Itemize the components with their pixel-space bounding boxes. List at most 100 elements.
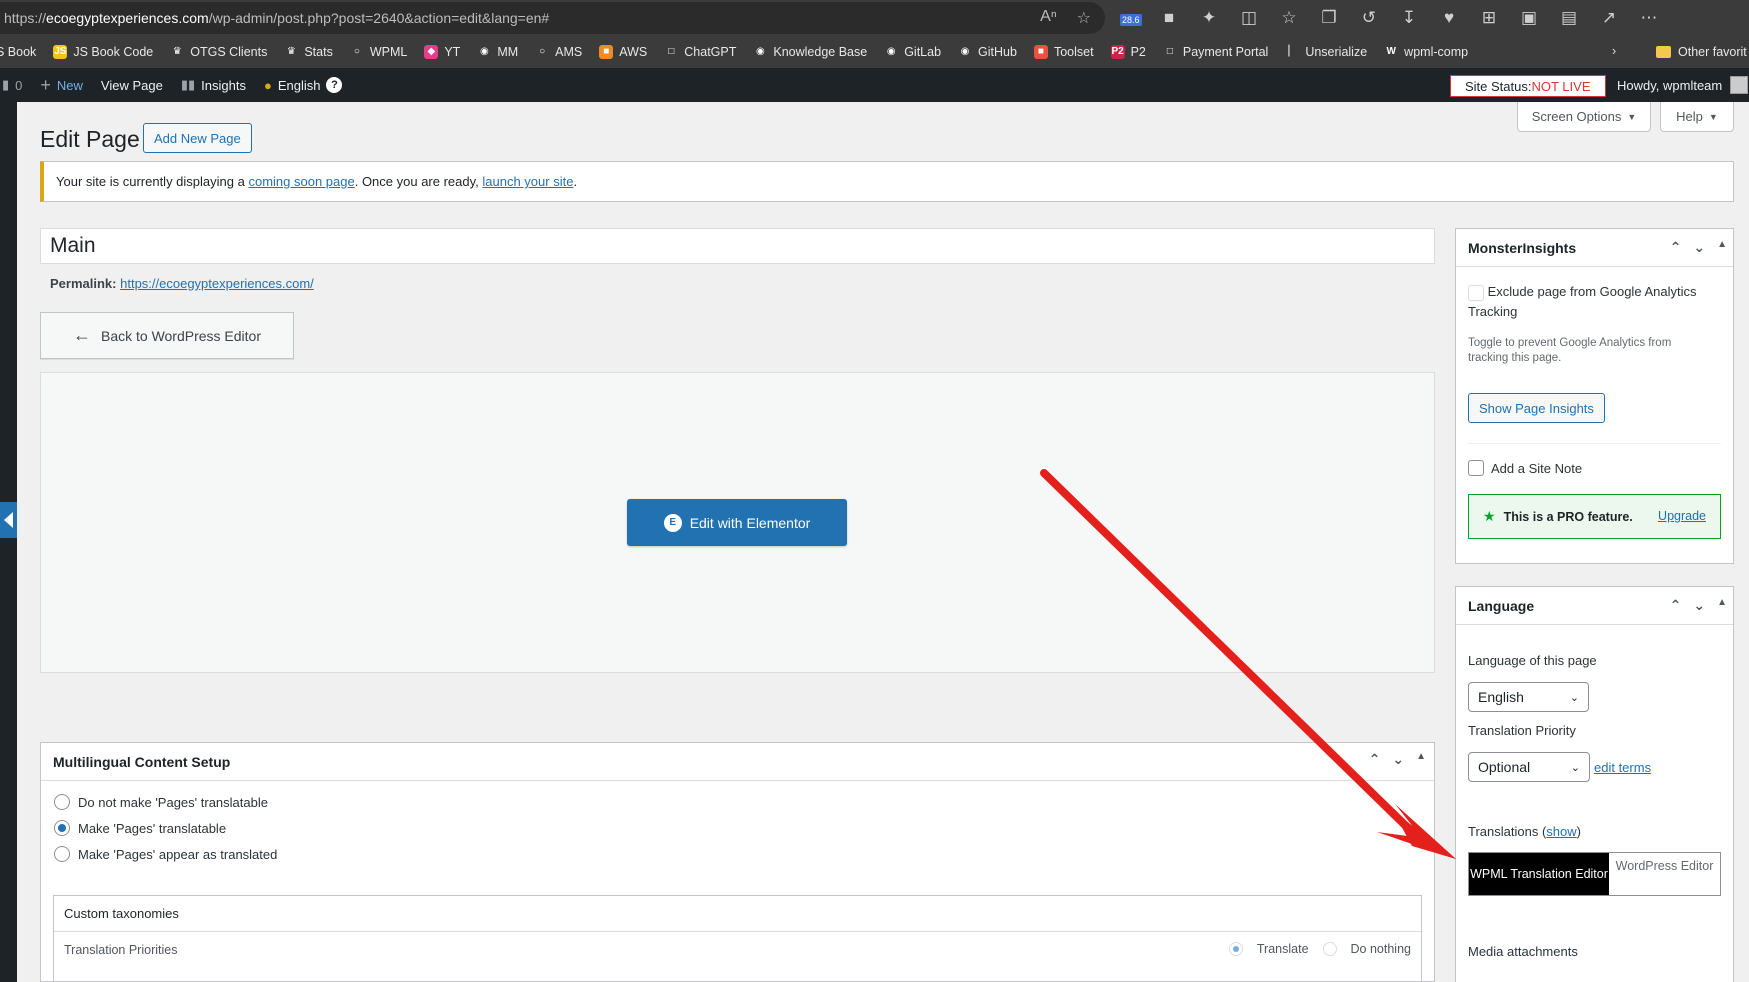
extension-badge-icon[interactable]: 28.6 — [1120, 8, 1142, 28]
bookmark-label: AMS — [555, 45, 583, 59]
new-label: New — [56, 77, 83, 93]
view-page-label: View Page — [100, 77, 163, 93]
launch-site-link[interactable]: launch your site — [482, 174, 573, 189]
translate-radio[interactable] — [1228, 942, 1243, 956]
permalink-link[interactable]: https://ecoegyptexperiences.com/ — [120, 276, 314, 291]
upgrade-link[interactable]: Upgrade — [1658, 509, 1706, 523]
bookmark-item[interactable]: ○ WPML — [349, 45, 408, 59]
do-nothing-radio[interactable] — [1322, 942, 1337, 956]
bookmark-item[interactable]: ◆ YT — [424, 45, 460, 59]
translation-priority-label: Translation Priority — [1468, 723, 1576, 738]
help-button[interactable]: Help ▼ — [1660, 102, 1734, 132]
bookmark-item[interactable]: ♛ Stats — [284, 45, 333, 59]
share-icon[interactable]: ↗ — [1600, 8, 1618, 28]
show-translations-link[interactable]: show — [1546, 824, 1576, 839]
downloads-icon[interactable]: ↧ — [1400, 8, 1418, 28]
coming-soon-link[interactable]: coming soon page — [248, 174, 354, 189]
bookmark-item[interactable]: ◉ Knowledge Base — [753, 45, 867, 59]
bookmark-item[interactable]: ◉ MM — [477, 45, 518, 59]
wordpress-editor-tab[interactable]: WordPress Editor — [1609, 853, 1720, 895]
puzzle-icon[interactable]: ✦ — [1200, 8, 1218, 28]
toggle-panel-icon[interactable]: ▲ — [1717, 597, 1727, 614]
user-menu[interactable]: Howdy, wpmlteam — [1617, 68, 1749, 102]
move-down-icon[interactable]: ⌄ — [1392, 751, 1404, 768]
toggle-panel-icon[interactable]: ▲ — [1416, 751, 1426, 768]
move-up-icon[interactable]: ⌃ — [1369, 751, 1381, 768]
split-screen-icon[interactable]: ◫ — [1240, 8, 1258, 28]
bookmark-item[interactable]: S Book — [0, 45, 36, 59]
edit-with-elementor-button[interactable]: E Edit with Elementor — [627, 499, 847, 546]
bookmarks-overflow-chevron-icon[interactable]: › — [1612, 44, 1616, 58]
bookmark-item[interactable]: ◉ GitHub — [958, 45, 1017, 59]
bookmark-item[interactable]: Wwpml-comp — [1384, 45, 1468, 59]
bookmark-label: WPML — [369, 45, 408, 59]
add-site-note-option[interactable]: Add a Site Note — [1468, 460, 1582, 476]
caret-down-icon: ▼ — [1708, 111, 1718, 122]
bookmark-label: OTGS Clients — [190, 45, 268, 59]
extension-icon[interactable]: ■ — [1160, 8, 1178, 28]
other-favorites-folder[interactable]: Other favorit — [1656, 36, 1747, 68]
menu-collapse-arrow-icon[interactable] — [0, 502, 17, 538]
bookmark-label: ChatGPT — [684, 45, 737, 59]
view-page-link[interactable]: View Page — [101, 78, 163, 93]
screen-options-button[interactable]: Screen Options ▼ — [1517, 102, 1651, 132]
toggle-panel-icon[interactable]: ▲ — [1717, 239, 1727, 256]
move-up-icon[interactable]: ⌃ — [1670, 239, 1682, 256]
radio-button[interactable] — [54, 794, 70, 810]
arrow-left-icon: ← — [72, 325, 91, 345]
comments-link[interactable]: ▮ 0 — [2, 77, 22, 93]
bookmark-item[interactable]: ♛ OTGS Clients — [170, 45, 267, 59]
language-switcher[interactable]: ● English ? — [264, 77, 343, 93]
radio-button-selected[interactable] — [54, 820, 70, 836]
radio-make-translatable[interactable]: Make 'Pages' translatable — [54, 820, 226, 836]
favorite-star-icon[interactable]: ☆ — [1077, 8, 1091, 28]
read-aloud-icon[interactable]: Aⁿ — [1040, 8, 1057, 28]
add-new-page-button[interactable]: Add New Page — [143, 123, 252, 153]
pro-feature-notice: ★ This is a PRO feature. Upgrade — [1468, 494, 1721, 539]
bookmark-favicon-icon: ◉ — [884, 45, 899, 59]
move-up-icon[interactable]: ⌃ — [1670, 597, 1682, 614]
bookmark-item[interactable]: P2 P2 — [1110, 45, 1146, 59]
history-icon[interactable]: ↺ — [1360, 8, 1378, 28]
wpml-translation-editor-tab[interactable]: WPML Translation Editor — [1469, 853, 1609, 895]
radio-button[interactable] — [54, 846, 70, 862]
add-site-note-checkbox[interactable] — [1468, 460, 1484, 476]
bookmark-item[interactable]: ■ Toolset — [1033, 45, 1094, 59]
radio-appear-translated[interactable]: Make 'Pages' appear as translated — [54, 846, 277, 862]
more-menu-icon[interactable]: ⋯ — [1640, 8, 1658, 28]
bookmark-item[interactable]: ■ AWS — [599, 45, 647, 59]
bookmark-favicon-icon: ◉ — [753, 45, 768, 59]
bookmark-favicon-icon: W — [1384, 45, 1399, 59]
move-down-icon[interactable]: ⌄ — [1693, 239, 1705, 256]
insights-link[interactable]: ▮▮ Insights — [181, 77, 246, 93]
apps-icon[interactable]: ⊞ — [1480, 8, 1498, 28]
collections-icon[interactable]: ❐ — [1320, 8, 1338, 28]
favorites-icon[interactable]: ☆ — [1280, 8, 1298, 28]
bookmark-item[interactable]: □ ChatGPT — [664, 45, 736, 59]
edit-terms-link[interactable]: edit terms — [1594, 760, 1651, 775]
move-down-icon[interactable]: ⌄ — [1693, 597, 1705, 614]
translations-label: Translations (show) — [1468, 824, 1581, 839]
health-icon[interactable]: ♥ — [1440, 8, 1458, 28]
site-status-badge[interactable]: Site Status: NOT LIVE — [1450, 75, 1606, 97]
radio-do-not-translate[interactable]: Do not make 'Pages' translatable — [54, 794, 268, 810]
back-to-wordpress-editor-button[interactable]: ← Back to WordPress Editor — [40, 312, 294, 359]
new-content-link[interactable]: + New — [40, 75, 83, 96]
bookmark-item[interactable]: ◉ GitLab — [884, 45, 941, 59]
bookmark-item[interactable]: ▏ Unserialize — [1285, 45, 1367, 59]
language-select[interactable]: English ⌄ — [1468, 682, 1589, 712]
address-bar[interactable]: https://ecoegyptexperiences.com/wp-admin… — [0, 2, 1105, 34]
show-page-insights-button[interactable]: Show Page Insights — [1468, 393, 1605, 423]
translation-priority-select[interactable]: Optional ⌄ — [1468, 752, 1590, 782]
screenshot-icon[interactable]: ▣ — [1520, 8, 1538, 28]
exclude-analytics-checkbox[interactable] — [1468, 284, 1484, 301]
coming-soon-notice: Your site is currently displaying a comi… — [40, 161, 1734, 202]
language-of-page-label: Language of this page — [1468, 653, 1597, 668]
bookmark-item[interactable]: JS JS Book Code — [53, 45, 153, 59]
bookmark-item[interactable]: ○ AMS — [535, 45, 582, 59]
post-title-input[interactable]: Main — [40, 228, 1435, 264]
bookmark-item[interactable]: □ Payment Portal — [1162, 45, 1268, 59]
bookmark-favicon-icon: ♛ — [170, 45, 185, 59]
exclude-analytics-option[interactable]: Exclude page from Google Analytics Track… — [1468, 282, 1718, 322]
sidebar-icon[interactable]: ▤ — [1560, 8, 1578, 28]
